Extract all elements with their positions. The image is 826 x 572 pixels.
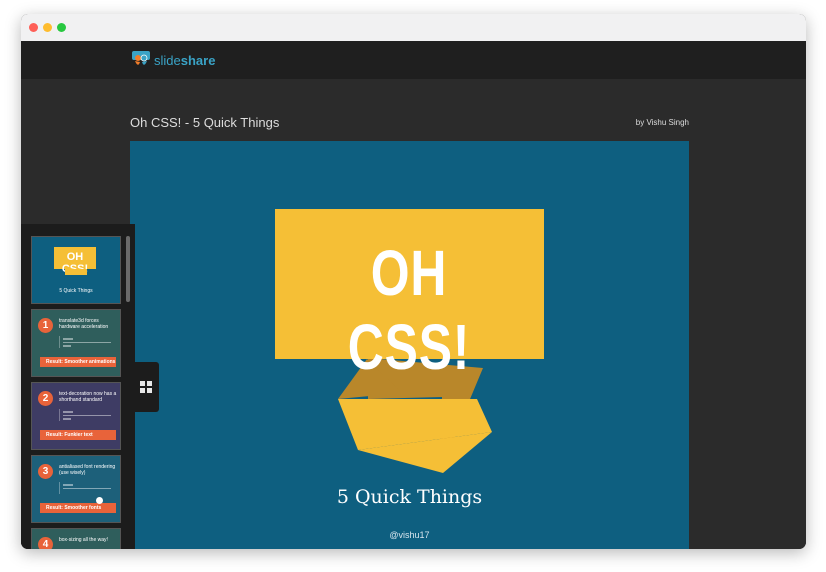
thumb-ribbon <box>65 269 87 275</box>
slide-thumbnail-4[interactable]: 3 antialiased font rendering (use wisely… <box>31 455 121 523</box>
tip-code-block <box>59 409 118 421</box>
slide-thumbnail-3[interactable]: 2 text-decoration now has a shorthand st… <box>31 382 121 450</box>
tip-number: 2 <box>38 391 53 406</box>
slide-thumbnail-1[interactable]: OH CSS! 5 Quick Things <box>31 236 121 304</box>
page-content: Oh CSS! - 5 Quick Things by Vishu Singh … <box>21 79 806 549</box>
close-window-button[interactable] <box>29 23 38 32</box>
document-author[interactable]: by Vishu Singh <box>636 118 689 127</box>
tip-result: Result: Smoother animations <box>40 357 116 367</box>
tip-text: text-decoration now has a shorthand stan… <box>59 391 117 403</box>
tip-code-block <box>59 482 118 494</box>
slide-thumbnail-2[interactable]: 1 translate3d forces hardware accelerati… <box>31 309 121 377</box>
tip-number: 1 <box>38 318 53 333</box>
tip-number: 3 <box>38 464 53 479</box>
thumbnail-scrollbar[interactable] <box>126 236 130 302</box>
tip-text: box-sizing all the way! <box>59 537 108 543</box>
site-logo[interactable]: slideshare <box>131 49 215 71</box>
main-slide[interactable]: OH CSS! 5 Quick Things @vishu17 <box>130 141 689 549</box>
slideshare-logo-icon <box>131 50 151 70</box>
slide-thumbnail-5[interactable]: 4 box-sizing all the way! <box>31 528 121 549</box>
tip-result: Result: Smoother fonts <box>40 503 116 513</box>
slide-handle: @vishu17 <box>389 530 430 540</box>
tip-code-block <box>59 336 118 348</box>
tip-text: antialiased font rendering (use wisely) <box>59 464 116 476</box>
tip-text: translate3d forces hardware acceleration <box>59 318 109 330</box>
document-title: Oh CSS! - 5 Quick Things <box>130 115 280 130</box>
brand-name-part2: share <box>180 52 216 68</box>
maximize-window-button[interactable] <box>57 23 66 32</box>
slide-heading: OH CSS! <box>347 237 471 383</box>
thumbnail-panel[interactable]: OH CSS! 5 Quick Things 1 translate3d for… <box>21 224 135 549</box>
brand-name: slideshare <box>154 53 215 68</box>
brand-name-part1: slide <box>154 52 181 68</box>
slide-subtitle: 5 Quick Things <box>336 486 483 508</box>
browser-window: slideshare Oh CSS! - 5 Quick Things by V… <box>21 14 806 549</box>
minimize-window-button[interactable] <box>43 23 52 32</box>
window-titlebar <box>21 14 806 42</box>
tip-number: 4 <box>38 537 53 549</box>
site-header: slideshare <box>21 41 806 79</box>
thumb-subtitle: 5 Quick Things <box>59 288 93 294</box>
tip-result: Result: Funkier text <box>40 430 116 440</box>
grid-view-toggle[interactable] <box>135 362 159 412</box>
cursor-dot-icon <box>96 497 103 504</box>
